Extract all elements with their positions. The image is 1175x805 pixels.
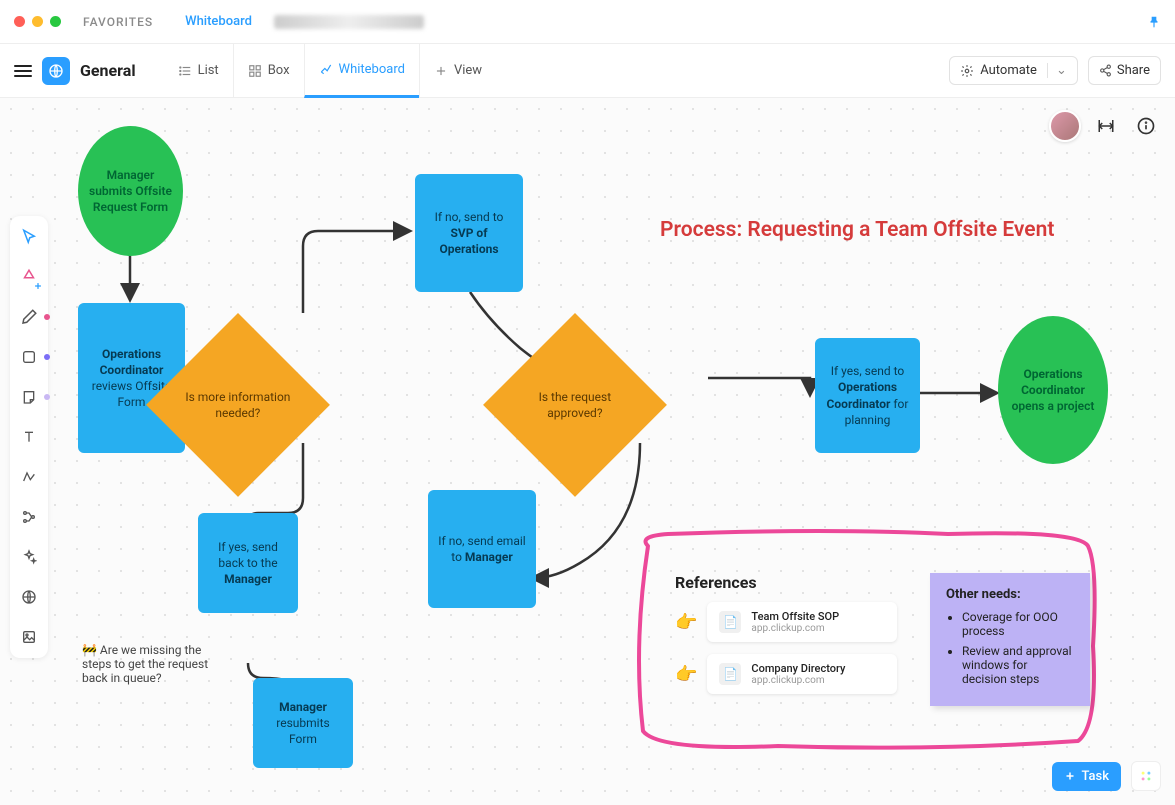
tab-box[interactable]: Box xyxy=(233,44,304,98)
space-header: General List Box Whiteboard View Automat… xyxy=(0,44,1175,98)
node-text: Is the request approved? xyxy=(520,389,630,421)
whiteboard-canvas[interactable]: Manager submits Offsite Request Form Ope… xyxy=(0,98,1175,805)
tab-add-view[interactable]: View xyxy=(419,44,496,98)
node-text: If no, send email to Manager xyxy=(438,533,526,565)
process-title[interactable]: Process: Requesting a Team Offsite Event xyxy=(660,218,1054,242)
point-right-icon: 👉 xyxy=(675,612,697,633)
sticky-item: Coverage for OOO process xyxy=(962,610,1074,638)
sticky-heading: Other needs: xyxy=(946,587,1074,602)
favorites-label: FAVORITES xyxy=(83,15,153,29)
flow-node-end[interactable]: Operations Coordinator opens a project xyxy=(998,316,1108,464)
automate-label: Automate xyxy=(980,63,1037,78)
doc-icon: 📄 xyxy=(719,663,741,685)
view-tabs: List Box Whiteboard View xyxy=(164,44,496,98)
ai-tool-icon[interactable] xyxy=(16,544,42,570)
canvas-controls xyxy=(1049,110,1161,142)
flow-node-yes-plan[interactable]: If yes, send to Operations Coordinator f… xyxy=(815,338,920,453)
sticky-item: Review and approval windows for decision… xyxy=(962,644,1074,686)
window-topbar: FAVORITES Whiteboard xyxy=(0,0,1175,44)
fit-width-icon[interactable] xyxy=(1091,111,1121,141)
new-task-button[interactable]: Task xyxy=(1052,762,1121,791)
node-text: Manager resubmits Form xyxy=(263,699,343,748)
share-button[interactable]: Share xyxy=(1088,56,1161,85)
automate-button[interactable]: Automate ⌄ xyxy=(949,56,1078,85)
flow-node-svp[interactable]: If no, send to SVP of Operations xyxy=(415,174,523,292)
rectangle-tool-icon[interactable] xyxy=(16,344,42,370)
relationship-tool-icon[interactable] xyxy=(16,504,42,530)
reference-card[interactable]: 📄 Company Directory app.clickup.com xyxy=(707,654,897,694)
node-text: If yes, send back to the Manager xyxy=(208,539,288,588)
reference-text: Company Directory app.clickup.com xyxy=(751,662,845,686)
shapes-tool-icon[interactable] xyxy=(16,264,42,290)
flow-node-resubmit[interactable]: Manager resubmits Form xyxy=(253,678,353,768)
comment-text[interactable]: 🚧 Are we missing the steps to get the re… xyxy=(82,643,222,685)
reference-row: 👉 📄 Team Offsite SOP app.clickup.com xyxy=(675,602,897,642)
breadcrumb-whiteboard[interactable]: Whiteboard xyxy=(185,14,252,29)
menu-icon[interactable] xyxy=(14,65,32,77)
sticky-note[interactable]: Other needs: Coverage for OOO process Re… xyxy=(930,573,1090,706)
avatar[interactable] xyxy=(1049,110,1081,142)
node-text: Operations Coordinator opens a project xyxy=(1008,366,1098,415)
chevron-down-icon[interactable]: ⌄ xyxy=(1047,63,1067,78)
references-title: References xyxy=(675,573,897,592)
bottom-right-controls: Task xyxy=(1052,761,1161,791)
cursor-tool-icon[interactable] xyxy=(16,224,42,250)
breadcrumb-blurred xyxy=(274,15,424,29)
sticky-tool-icon[interactable] xyxy=(16,384,42,410)
web-tool-icon[interactable] xyxy=(16,584,42,610)
flow-node-start[interactable]: Manager submits Offsite Request Form xyxy=(78,126,183,256)
node-text: If no, send to SVP of Operations xyxy=(425,209,513,258)
point-right-icon: 👉 xyxy=(675,664,697,685)
window-controls[interactable] xyxy=(14,16,61,27)
minimize-window-icon[interactable] xyxy=(32,16,43,27)
info-icon[interactable] xyxy=(1131,111,1161,141)
task-button-label: Task xyxy=(1081,769,1109,784)
tab-list[interactable]: List xyxy=(164,44,233,98)
image-tool-icon[interactable] xyxy=(16,624,42,650)
doc-icon: 📄 xyxy=(719,611,741,633)
tab-label: Whiteboard xyxy=(339,62,405,77)
fullscreen-window-icon[interactable] xyxy=(50,16,61,27)
reference-row: 👉 📄 Company Directory app.clickup.com xyxy=(675,654,897,694)
tab-label: Box xyxy=(268,63,290,78)
tool-rail xyxy=(10,216,48,658)
reference-card[interactable]: 📄 Team Offsite SOP app.clickup.com xyxy=(707,602,897,642)
space-icon[interactable] xyxy=(42,57,70,85)
pin-icon[interactable] xyxy=(1147,15,1161,29)
node-text: If yes, send to Operations Coordinator f… xyxy=(825,363,910,428)
flow-node-send-back[interactable]: If yes, send back to the Manager xyxy=(198,513,298,613)
text-tool-icon[interactable] xyxy=(16,424,42,450)
apps-icon[interactable] xyxy=(1131,761,1161,791)
node-text: Is more information needed? xyxy=(183,389,293,421)
sticky-list: Coverage for OOO process Review and appr… xyxy=(946,610,1074,686)
reference-text: Team Offsite SOP app.clickup.com xyxy=(751,610,839,634)
share-label: Share xyxy=(1117,63,1150,78)
flow-node-no-email[interactable]: If no, send email to Manager xyxy=(428,490,536,608)
pen-tool-icon[interactable] xyxy=(16,304,42,330)
flow-node-review[interactable]: Operations Coordinator reviews Offsite F… xyxy=(78,303,185,453)
references-section: References 👉 📄 Team Offsite SOP app.clic… xyxy=(675,573,897,706)
node-text: Manager submits Offsite Request Form xyxy=(88,167,173,216)
space-name[interactable]: General xyxy=(80,61,136,80)
tab-label: List xyxy=(198,63,219,78)
close-window-icon[interactable] xyxy=(14,16,25,27)
tab-label: View xyxy=(454,63,482,78)
connector-tool-icon[interactable] xyxy=(16,464,42,490)
tab-whiteboard[interactable]: Whiteboard xyxy=(304,44,419,98)
